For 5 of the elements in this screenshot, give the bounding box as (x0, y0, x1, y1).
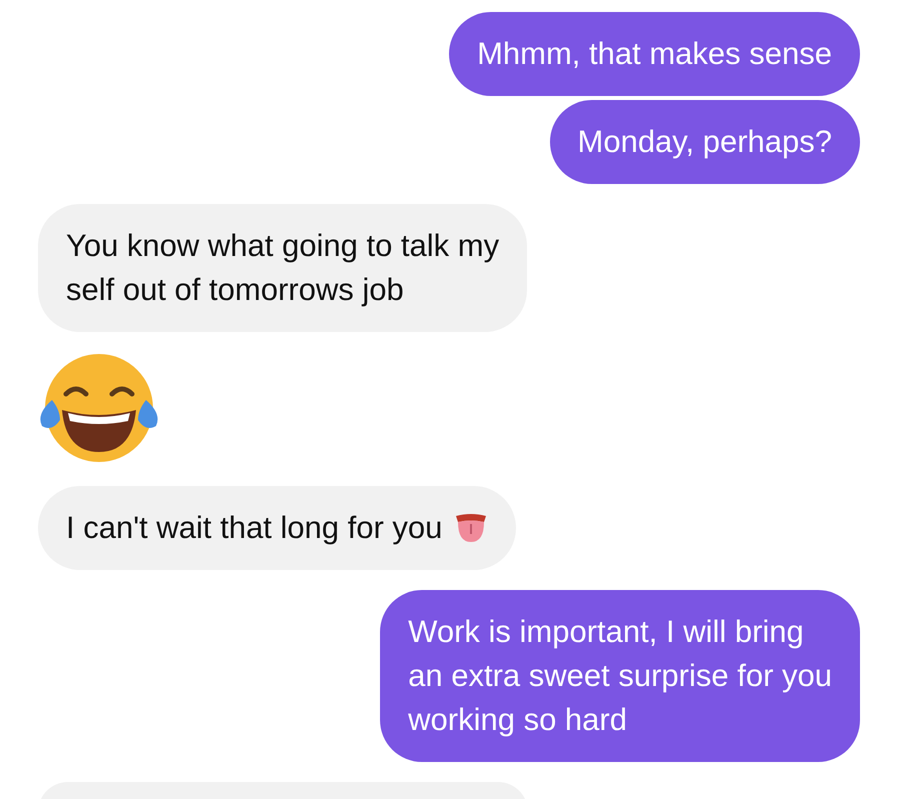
sent-message: Mhmm, that makes sense (449, 12, 860, 96)
received-message: I can't wait that long for you (66, 509, 442, 547)
sent-message: Monday, perhaps? (550, 100, 860, 184)
received-message: You know what going to talk my self out of tomorrows job (66, 227, 500, 309)
sent-message: Work is important, I will bring an extra sweet surprise for you working so hard (380, 590, 860, 762)
